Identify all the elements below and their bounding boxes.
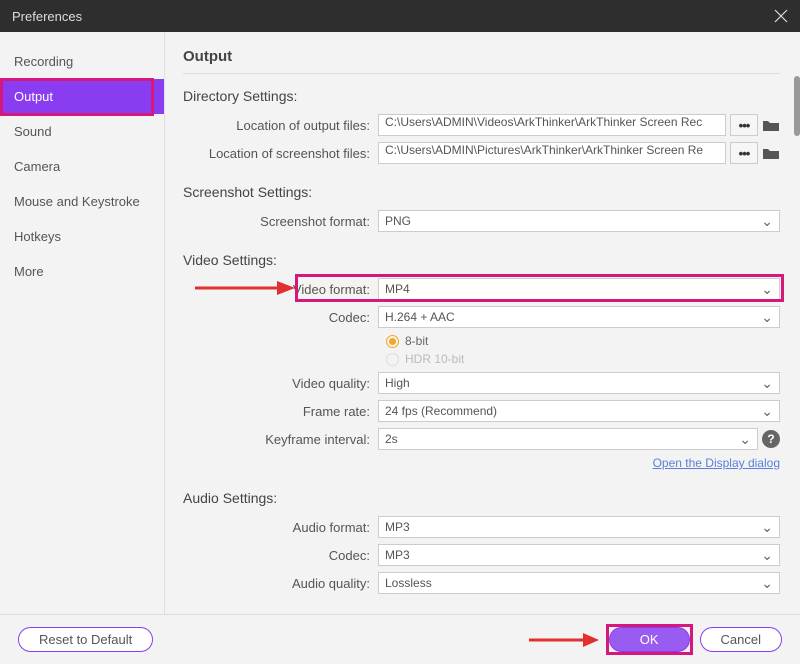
framerate-label: Frame rate: [183,404,378,419]
titlebar: Preferences [0,0,800,32]
video-codec-label: Codec: [183,310,378,325]
audio-codec-label: Codec: [183,548,378,563]
video-quality-select[interactable]: High ⌄ [378,372,780,394]
chevron-down-icon: ⌄ [761,376,773,390]
chevron-down-icon: ⌄ [739,432,751,446]
content-pane: Output Directory Settings: Location of o… [165,32,800,614]
screenshot-format-label: Screenshot format: [183,214,378,229]
framerate-select[interactable]: 24 fps (Recommend) ⌄ [378,400,780,422]
radio-hdr10bit: HDR 10-bit [386,352,780,366]
scrollbar-thumb[interactable] [794,76,800,136]
sidebar-item-mouse-keystroke[interactable]: Mouse and Keystroke [0,184,164,219]
audio-codec-value: MP3 [385,548,410,562]
section-screenshot: Screenshot Settings: Screenshot format: … [183,184,780,232]
chevron-down-icon: ⌄ [761,548,773,562]
sidebar-item-sound[interactable]: Sound [0,114,164,149]
section-audio: Audio Settings: Audio format: MP3 ⌄ Code… [183,490,780,594]
audio-quality-label: Audio quality: [183,576,378,591]
screenshot-format-value: PNG [385,214,411,228]
keyframe-select[interactable]: 2s ⌄ [378,428,758,450]
video-quality-label: Video quality: [183,376,378,391]
reset-default-button[interactable]: Reset to Default [18,627,153,652]
open-display-dialog-link[interactable]: Open the Display dialog [183,456,780,470]
audio-format-value: MP3 [385,520,410,534]
cancel-button[interactable]: Cancel [700,627,782,652]
audio-format-select[interactable]: MP3 ⌄ [378,516,780,538]
screenshot-heading: Screenshot Settings: [183,184,780,200]
screenshot-format-select[interactable]: PNG ⌄ [378,210,780,232]
output-path-browse-button[interactable]: ••• [730,114,758,136]
video-format-select[interactable]: MP4 ⌄ [378,278,780,300]
section-video: Video Settings: Video format: MP4 ⌄ Code… [183,252,780,470]
ok-button[interactable]: OK [609,627,690,652]
annotation-arrow-ok [529,631,599,649]
video-format-label: Video format: [183,282,378,297]
section-directory: Directory Settings: Location of output f… [183,88,780,164]
screenshot-path-field[interactable]: C:\Users\ADMIN\Pictures\ArkThinker\ArkTh… [378,142,726,164]
video-heading: Video Settings: [183,252,780,268]
help-icon[interactable]: ? [762,430,780,448]
chevron-down-icon: ⌄ [761,576,773,590]
audio-quality-value: Lossless [385,576,432,590]
footer: Reset to Default OK Cancel [0,614,800,664]
window-title: Preferences [12,9,82,24]
video-codec-select[interactable]: H.264 + AAC ⌄ [378,306,780,328]
radio-hdr-label: HDR 10-bit [405,352,464,366]
video-codec-value: H.264 + AAC [385,310,455,324]
sidebar-item-more[interactable]: More [0,254,164,289]
radio-icon [386,335,399,348]
audio-quality-select[interactable]: Lossless ⌄ [378,572,780,594]
keyframe-label: Keyframe interval: [183,432,378,447]
sidebar-item-output[interactable]: Output [0,79,164,114]
keyframe-value: 2s [385,432,398,446]
screenshot-path-browse-button[interactable]: ••• [730,142,758,164]
video-quality-value: High [385,376,410,390]
folder-icon[interactable] [762,118,780,132]
chevron-down-icon: ⌄ [761,520,773,534]
screenshot-path-label: Location of screenshot files: [183,146,378,161]
output-path-field[interactable]: C:\Users\ADMIN\Videos\ArkThinker\ArkThin… [378,114,726,136]
radio-icon [386,353,399,366]
chevron-down-icon: ⌄ [761,282,773,296]
sidebar-item-camera[interactable]: Camera [0,149,164,184]
folder-icon[interactable] [762,146,780,160]
output-path-label: Location of output files: [183,118,378,133]
radio-8bit-label: 8-bit [405,334,428,348]
sidebar-item-recording[interactable]: Recording [0,44,164,79]
directory-heading: Directory Settings: [183,88,780,104]
page-title: Output [183,48,780,74]
audio-heading: Audio Settings: [183,490,780,506]
video-format-value: MP4 [385,282,410,296]
sidebar: Recording Output Sound Camera Mouse and … [0,32,165,614]
framerate-value: 24 fps (Recommend) [385,404,497,418]
chevron-down-icon: ⌄ [761,404,773,418]
radio-8bit[interactable]: 8-bit [386,334,780,348]
sidebar-item-hotkeys[interactable]: Hotkeys [0,219,164,254]
chevron-down-icon: ⌄ [761,214,773,228]
chevron-down-icon: ⌄ [761,310,773,324]
audio-format-label: Audio format: [183,520,378,535]
audio-codec-select[interactable]: MP3 ⌄ [378,544,780,566]
close-icon[interactable] [774,9,788,23]
